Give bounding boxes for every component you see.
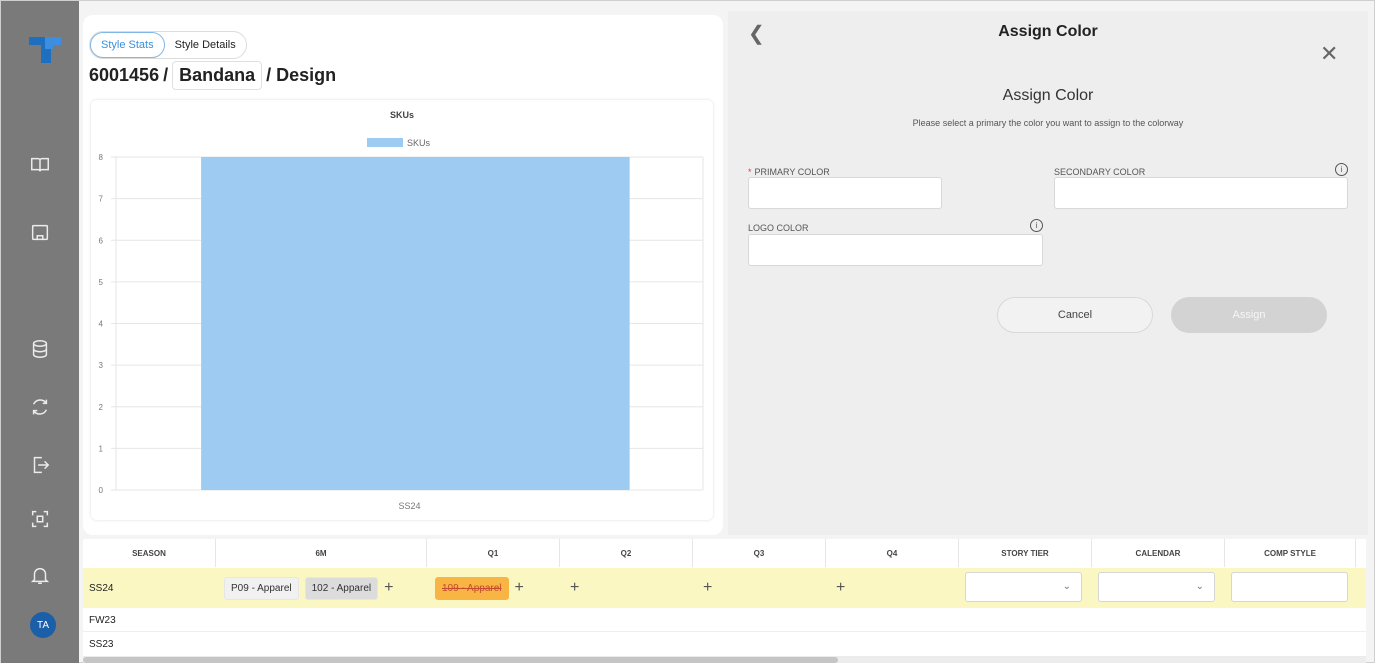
primary-color-label: * PRIMARY COLOR <box>748 167 830 177</box>
removed-assortment-chip[interactable]: 109 - Apparel <box>435 576 509 600</box>
chart-svg: SKUs SKUs 0 1 2 3 4 5 6 7 8 SS24 <box>99 110 704 511</box>
add-icon[interactable]: + <box>703 579 712 597</box>
bar <box>201 157 630 490</box>
6m-cell: P09 - Apparel 102 - Apparel + <box>224 568 393 608</box>
add-icon[interactable]: + <box>836 579 845 597</box>
title-tail: / Design <box>266 65 337 85</box>
tab-style-details[interactable]: Style Details <box>165 32 246 58</box>
refresh-icon[interactable] <box>26 393 54 421</box>
tabs: Style Stats Style Details <box>89 31 247 59</box>
style-stats-card: Style Stats Style Details 6001456 / Band… <box>83 15 723 535</box>
season-cell: FW23 <box>89 614 116 626</box>
y-tick-label: 1 <box>99 444 104 453</box>
comp-style-input[interactable] <box>1231 572 1348 602</box>
y-tick-label: 0 <box>99 486 104 495</box>
table-row: SS24 P09 - Apparel 102 - Apparel + 109 -… <box>83 568 1366 608</box>
add-icon[interactable]: + <box>515 579 524 597</box>
database-icon[interactable] <box>26 335 54 363</box>
style-name-chip[interactable]: Bandana <box>172 61 263 90</box>
horizontal-scrollbar[interactable] <box>83 656 1366 663</box>
story-tier-select[interactable]: ⌄ <box>965 572 1082 602</box>
y-tick-label: 4 <box>99 320 104 329</box>
q1-cell: 109 - Apparel + <box>435 568 524 608</box>
page-title: 6001456 / Bandana / Design <box>89 61 336 90</box>
y-tick-label: 6 <box>99 236 104 245</box>
q3-cell: + <box>703 568 712 608</box>
info-icon[interactable]: i <box>1335 163 1348 176</box>
season-cell: SS23 <box>89 638 114 650</box>
skus-chart: SKUs SKUs 0 1 2 3 4 5 6 7 8 SS24 <box>91 100 713 520</box>
legend-swatch <box>367 138 403 147</box>
scan-icon[interactable] <box>26 505 54 533</box>
sidebar: TA <box>1 1 79 663</box>
header-calendar[interactable]: CALENDAR <box>1092 539 1225 567</box>
tab-style-stats[interactable]: Style Stats <box>90 32 165 58</box>
info-icon[interactable]: i <box>1030 219 1043 232</box>
dialog-subtitle: Please select a primary the color you wa… <box>912 118 1184 128</box>
calendar-select[interactable]: ⌄ <box>1098 572 1215 602</box>
header-season[interactable]: SEASON <box>83 539 216 567</box>
logo-color-input[interactable] <box>748 234 1043 266</box>
avatar[interactable]: TA <box>30 612 56 638</box>
app-root: TA Style Stats Style Details 6001456 / B… <box>0 0 1375 663</box>
q2-cell: + <box>570 568 579 608</box>
add-icon[interactable]: + <box>384 579 393 597</box>
close-icon[interactable]: ✕ <box>1320 41 1338 67</box>
book-icon[interactable] <box>26 151 54 179</box>
q4-cell: + <box>836 568 845 608</box>
chevron-down-icon: ⌄ <box>1195 581 1204 592</box>
table-row: SS23 <box>83 632 1366 656</box>
export-icon[interactable] <box>26 451 54 479</box>
app-logo-icon[interactable] <box>27 35 65 65</box>
logo-color-label: LOGO COLOR <box>748 223 809 233</box>
header-comp-style[interactable]: COMP STYLE <box>1225 539 1356 567</box>
panel-header-title: Assign Color <box>998 23 1098 40</box>
assign-button[interactable]: Assign <box>1171 297 1327 333</box>
header-q3[interactable]: Q3 <box>693 539 826 567</box>
primary-color-input[interactable] <box>748 177 942 209</box>
header-q2[interactable]: Q2 <box>560 539 693 567</box>
assign-color-panel: ❮ Assign Color ✕ Assign Color Please sel… <box>728 11 1368 535</box>
y-tick-label: 8 <box>99 153 104 162</box>
table-row: FW23 <box>83 608 1366 632</box>
season-cell: SS24 <box>89 582 114 594</box>
y-tick-label: 7 <box>99 195 104 204</box>
header-6m[interactable]: 6M <box>216 539 427 567</box>
chevron-down-icon: ⌄ <box>1062 581 1071 592</box>
x-tick-label: SS24 <box>398 501 420 511</box>
y-tick-label: 5 <box>99 278 104 287</box>
add-icon[interactable]: + <box>570 579 579 597</box>
header-q4[interactable]: Q4 <box>826 539 959 567</box>
y-tick-label: 2 <box>99 403 104 412</box>
required-asterisk: * <box>748 167 752 177</box>
bell-icon[interactable] <box>26 561 54 589</box>
style-id: 6001456 <box>89 65 160 85</box>
header-story-tier[interactable]: STORY TIER <box>959 539 1092 567</box>
secondary-color-label: SECONDARY COLOR <box>1054 167 1146 177</box>
assortment-chip[interactable]: 102 - Apparel <box>304 576 379 600</box>
y-tick-label: 3 <box>99 361 104 370</box>
header-q1[interactable]: Q1 <box>427 539 560 567</box>
dialog-title: Assign Color <box>1002 87 1094 104</box>
scrollbar-thumb[interactable] <box>83 657 838 663</box>
assortment-chip[interactable]: P09 - Apparel <box>224 576 299 600</box>
title-separator: / <box>163 65 169 85</box>
cancel-button[interactable]: Cancel <box>997 297 1153 333</box>
laptop-icon[interactable] <box>26 219 54 247</box>
chart-title: SKUs <box>390 110 414 120</box>
secondary-color-input[interactable] <box>1054 177 1348 209</box>
seasons-table: SEASON 6M Q1 Q2 Q3 Q4 STORY TIER CALENDA… <box>83 539 1366 663</box>
legend-label: SKUs <box>407 138 431 148</box>
